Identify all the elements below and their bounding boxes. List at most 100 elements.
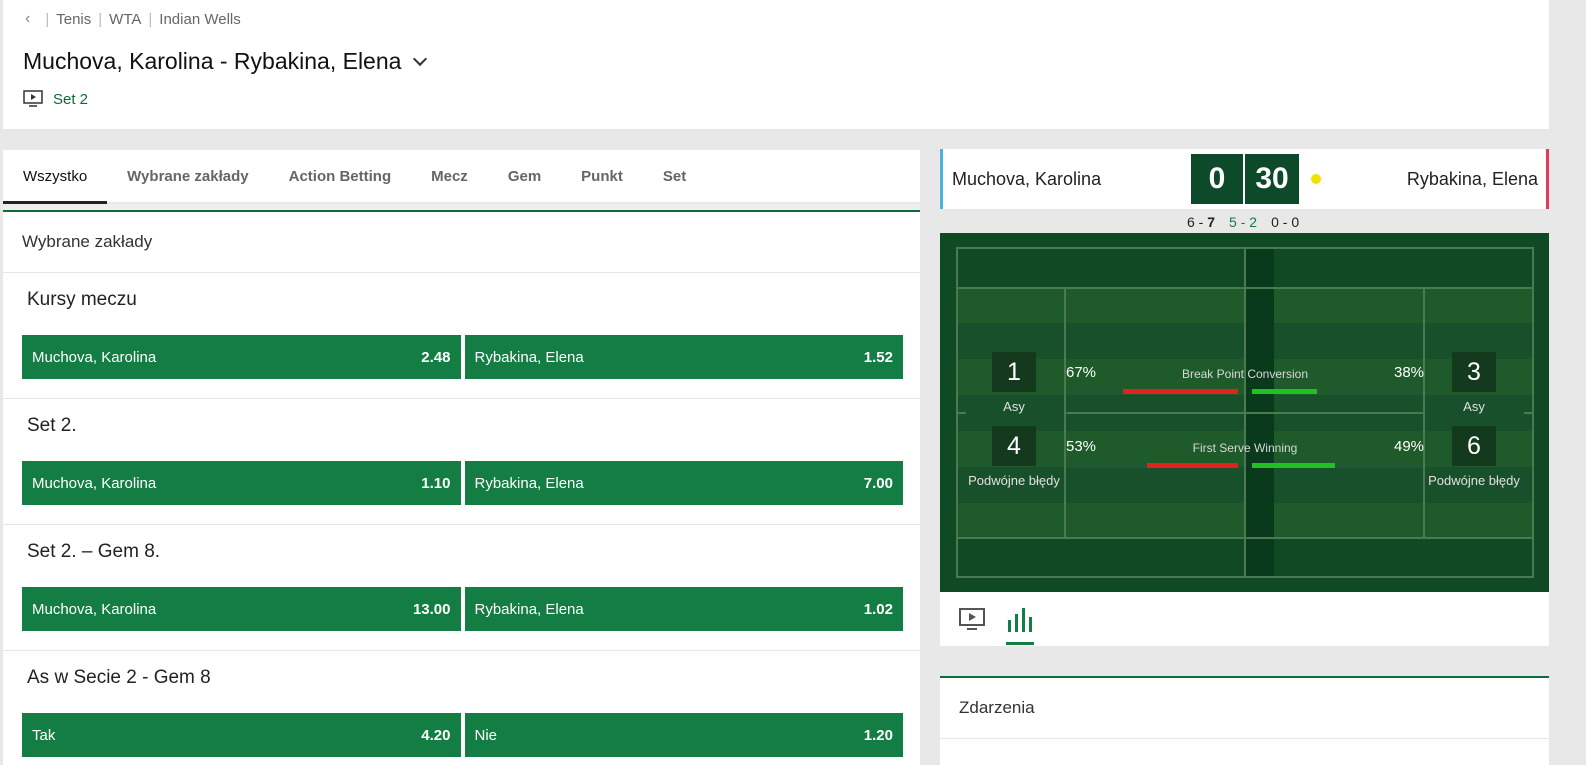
tv-play-icon[interactable] xyxy=(959,608,985,632)
tv-play-icon xyxy=(23,90,43,107)
market-set-2: Set 2. Muchova, Karolina 1.10 Rybakina, E… xyxy=(3,399,920,525)
tab-set[interactable]: Set xyxy=(643,150,706,202)
odds-button[interactable]: Rybakina, Elena 1.52 xyxy=(464,335,903,379)
tab-game[interactable]: Gem xyxy=(488,150,561,202)
odds-name: Rybakina, Elena xyxy=(474,348,584,366)
breadcrumb: ‹ | Tenis | WTA | Indian Wells xyxy=(25,10,241,28)
odds-row: Muchova, Karolina 13.00 Rybakina, Elena 1.… xyxy=(22,587,903,631)
odds-price: 4.20 xyxy=(421,726,451,744)
fs-player1-bar xyxy=(1147,463,1238,468)
breadcrumb-item-tournament[interactable]: Indian Wells xyxy=(159,11,240,28)
market-title: As w Secie 2 - Gem 8 xyxy=(27,667,211,688)
market-title: Set 2. xyxy=(27,415,77,436)
bp-player2-bar xyxy=(1252,389,1317,394)
tab-divider xyxy=(3,204,920,212)
player1-name: Muchova, Karolina xyxy=(952,169,1102,189)
odds-button[interactable]: Muchova, Karolina 1.10 xyxy=(22,461,461,505)
tab-match[interactable]: Mecz xyxy=(411,150,488,202)
bp-stat-name: Break Point Conversion xyxy=(1181,367,1309,381)
odds-name: Rybakina, Elena xyxy=(474,474,584,492)
tab-selected-bets[interactable]: Wybrane zakłady xyxy=(107,150,268,202)
set-score-2: 5 - 2 xyxy=(1229,214,1258,230)
page-scrollbar[interactable] xyxy=(1551,0,1586,765)
visualization-toggle xyxy=(940,592,1549,646)
breadcrumb-item-sport[interactable]: Tenis xyxy=(56,11,91,28)
breadcrumb-item-tour[interactable]: WTA xyxy=(109,11,141,28)
player1-aces: 1 xyxy=(992,352,1036,392)
odds-price: 2.48 xyxy=(421,348,451,366)
active-tab-underline xyxy=(1006,642,1034,645)
scoreboard: Muchova, Karolina 0 30 Rybakina, Elena xyxy=(940,149,1549,209)
section-title: Wybrane zakłady xyxy=(3,212,920,273)
market-set-2-game-8: Set 2. – Gem 8. Muchova, Karolina 13.00 R… xyxy=(3,525,920,651)
player2-double-faults: 6 xyxy=(1452,426,1496,466)
aces-label: Asy xyxy=(1463,399,1485,414)
double-faults-label: Podwójne błędy xyxy=(1428,473,1520,488)
odds-button[interactable]: Muchova, Karolina 2.48 xyxy=(22,335,461,379)
fs-player1-pct: 53% xyxy=(1066,438,1097,455)
odds-price: 13.00 xyxy=(412,600,451,618)
court-visualization: 1 Asy 3 Asy 4 Podwójne błędy 6 Podwójne … xyxy=(940,233,1549,592)
odds-row: Tak 4.20 Nie 1.20 xyxy=(22,713,903,757)
market-tabs: Wszystko Wybrane zakłady Action Betting … xyxy=(3,150,920,204)
odds-name: Tak xyxy=(32,726,56,744)
breadcrumb-separator: | xyxy=(45,10,50,28)
tab-all[interactable]: Wszystko xyxy=(3,150,108,204)
set-scores: 6 - 7 5 - 2 0 - 0 xyxy=(1187,214,1299,230)
odds-name: Muchova, Karolina xyxy=(32,600,157,618)
player2-aces: 3 xyxy=(1452,352,1496,392)
set-score-1: 6 - 7 xyxy=(1187,214,1216,230)
odds-price: 1.20 xyxy=(863,726,893,744)
court-line xyxy=(1524,412,1534,414)
betting-panel: Wszystko Wybrane zakłady Action Betting … xyxy=(3,150,920,765)
tab-point[interactable]: Punkt xyxy=(561,150,643,202)
odds-price: 1.02 xyxy=(863,600,893,618)
market-title: Set 2. – Gem 8. xyxy=(27,541,161,562)
odds-name: Nie xyxy=(474,726,498,744)
player1-double-faults: 4 xyxy=(992,426,1036,466)
bp-player1-pct: 67% xyxy=(1066,364,1097,381)
odds-button[interactable]: Muchova, Karolina 13.00 xyxy=(22,587,461,631)
match-title-text: Muchova, Karolina - Rybakina, Elena xyxy=(23,48,402,74)
bp-player1-bar xyxy=(1123,389,1238,394)
odds-price: 1.52 xyxy=(863,348,893,366)
market-match-odds: Kursy meczu Muchova, Karolina 2.48 Rybaki… xyxy=(3,273,920,399)
odds-button[interactable]: Tak 4.20 xyxy=(22,713,461,757)
market-ace-set-2-game-8: As w Secie 2 - Gem 8 Tak 4.20 Nie 1.20 xyxy=(3,651,920,765)
player1-points: 0 xyxy=(1191,154,1243,204)
aces-label: Asy xyxy=(1003,399,1025,414)
odds-row: Muchova, Karolina 2.48 Rybakina, Elena 1.5… xyxy=(22,335,903,379)
fs-player2-bar xyxy=(1252,463,1335,468)
events-title: Zdarzenia xyxy=(959,698,1035,717)
player2-name: Rybakina, Elena xyxy=(1406,169,1538,189)
tab-action-betting[interactable]: Action Betting xyxy=(269,150,412,202)
odds-row: Muchova, Karolina 1.10 Rybakina, Elena 7.0… xyxy=(22,461,903,505)
odds-price: 7.00 xyxy=(863,474,893,492)
market-title: Kursy meczu xyxy=(27,289,137,310)
odds-button[interactable]: Rybakina, Elena 1.02 xyxy=(464,587,903,631)
breadcrumb-separator: | xyxy=(98,10,103,28)
odds-name: Muchova, Karolina xyxy=(32,348,157,366)
match-header: ‹ | Tenis | WTA | Indian Wells Muchova, … xyxy=(3,0,1549,129)
odds-name: Rybakina, Elena xyxy=(474,600,584,618)
fs-player2-pct: 49% xyxy=(1394,438,1425,455)
fs-stat-name: First Serve Winning xyxy=(1192,441,1298,455)
chevron-down-icon[interactable] xyxy=(413,51,428,66)
breadcrumb-separator: | xyxy=(148,10,153,28)
bar-chart-icon[interactable] xyxy=(1006,606,1034,634)
odds-button[interactable]: Rybakina, Elena 7.00 xyxy=(464,461,903,505)
bp-player2-pct: 38% xyxy=(1394,364,1425,381)
player2-points: 30 xyxy=(1245,154,1299,204)
match-title[interactable]: Muchova, Karolina - Rybakina, Elena xyxy=(23,48,428,75)
double-faults-label: Podwójne błędy xyxy=(968,473,1060,488)
events-divider xyxy=(940,738,1549,739)
set-score-3: 0 - 0 xyxy=(1271,214,1300,230)
set-label: Set 2 xyxy=(53,90,89,108)
court-line xyxy=(1064,412,1425,414)
odds-price: 1.10 xyxy=(421,474,451,492)
serve-indicator-icon xyxy=(1311,174,1321,184)
live-stream-set[interactable]: Set 2 xyxy=(23,90,88,108)
events-panel: Zdarzenia xyxy=(940,676,1549,765)
back-chevron-icon[interactable]: ‹ xyxy=(25,10,30,28)
odds-button[interactable]: Nie 1.20 xyxy=(464,713,903,757)
